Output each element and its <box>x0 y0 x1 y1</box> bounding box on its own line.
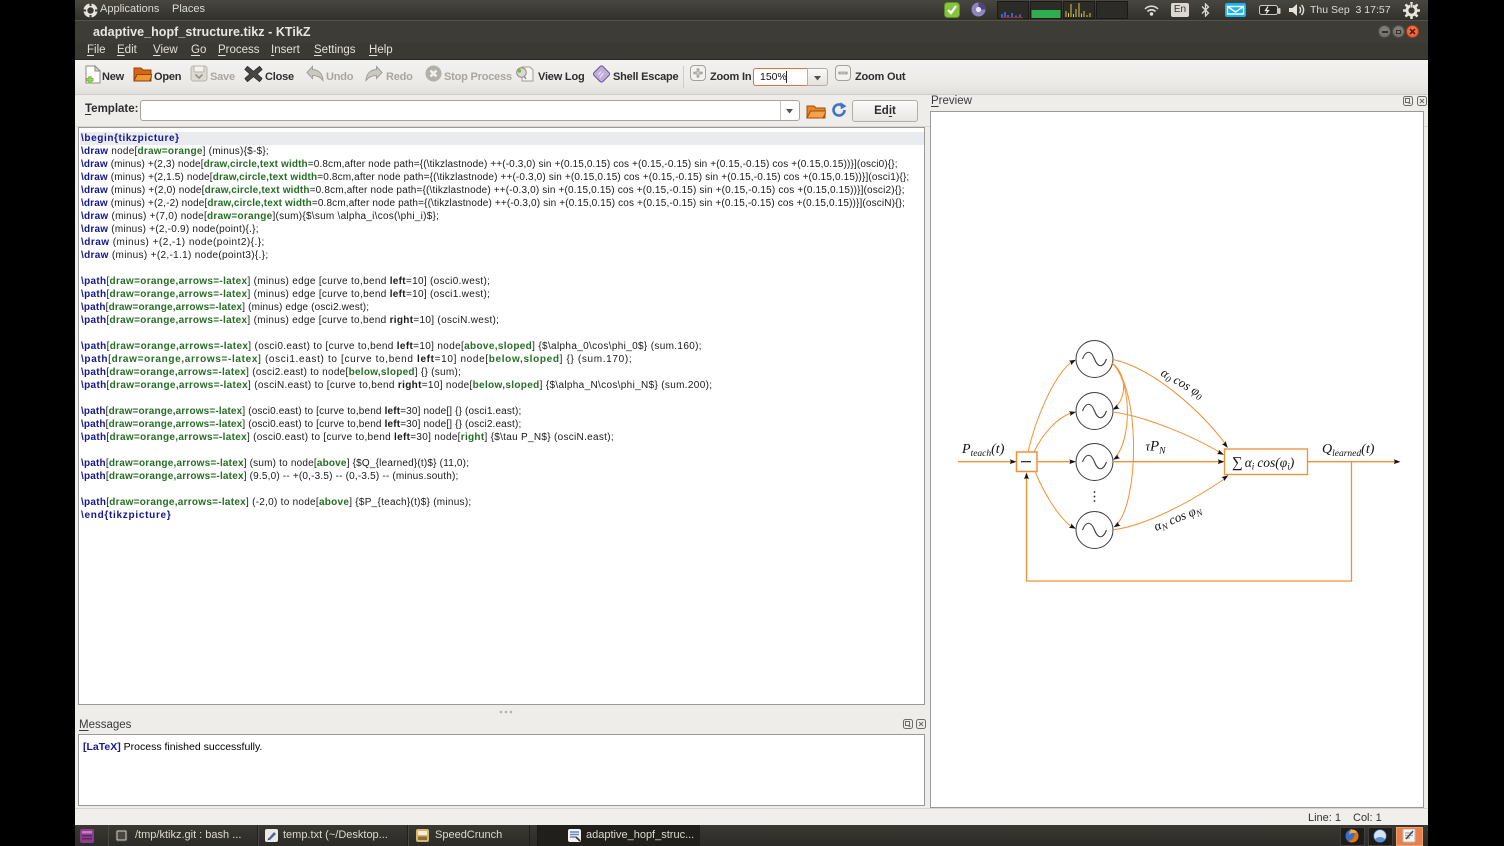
svg-text:αN cos φN: αN cos φN <box>1152 501 1205 535</box>
svg-text:∑αicos(φi): ∑αicos(φi) <box>1232 455 1295 472</box>
svg-text:Pteach(t): Pteach(t) <box>961 442 1005 459</box>
svg-text:τPN: τPN <box>1146 439 1167 457</box>
svg-text:α0 cos φ0: α0 cos φ0 <box>1158 365 1207 403</box>
svg-text:Qlearned(t): Qlearned(t) <box>1322 442 1375 459</box>
